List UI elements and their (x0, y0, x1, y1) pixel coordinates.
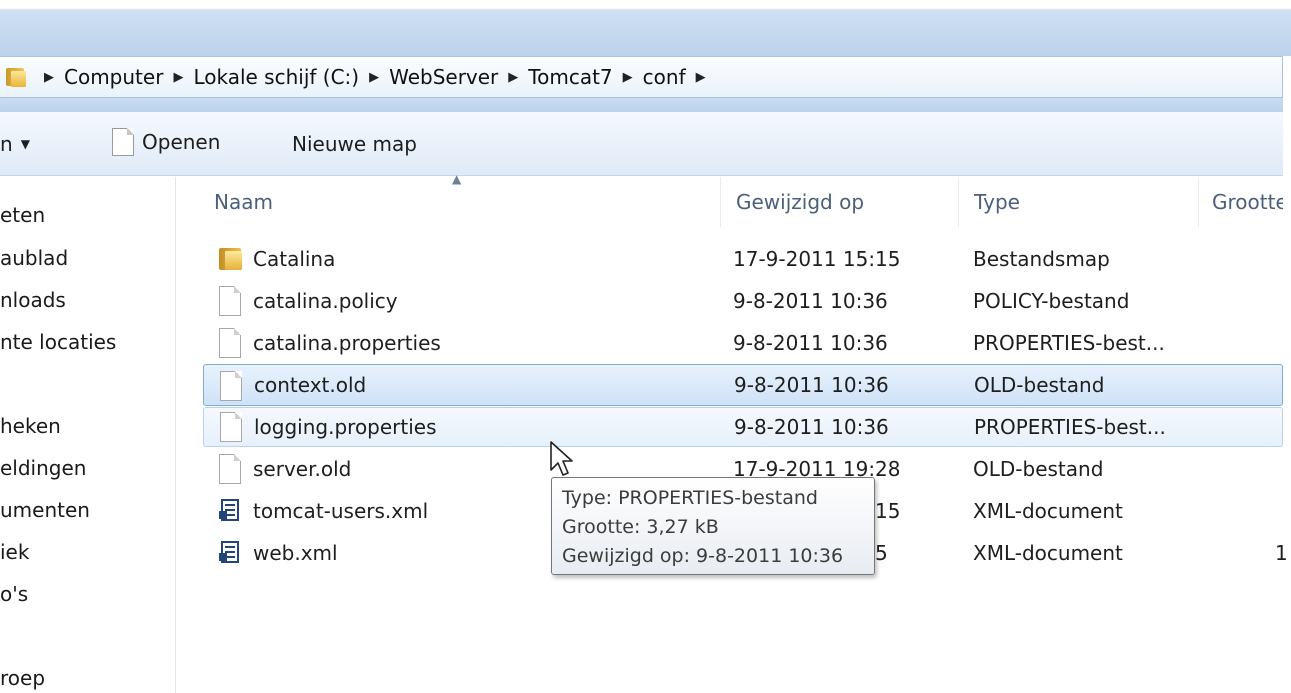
file-type: XML-document (973, 541, 1123, 565)
command-toolbar: n ▼ Openen Nieuwe map (0, 112, 1283, 176)
breadcrumb-local-disk[interactable]: Lokale schijf (C:) (193, 65, 359, 89)
chevron-right-icon[interactable]: ▶ (44, 70, 54, 85)
file-name: web.xml (253, 541, 338, 565)
file-name: catalina.policy (253, 289, 398, 313)
nav-item-pictures[interactable]: eldingen (0, 456, 170, 480)
tooltip-modified: Gewijzigd op: 9-8-2011 10:36 (562, 545, 844, 567)
file-row-selected[interactable]: context.old 9-8-2011 10:36 OLD-bestand (203, 364, 1283, 406)
nav-item-homegroup[interactable]: roep (0, 666, 170, 690)
breadcrumb-computer[interactable]: Computer (64, 65, 163, 89)
file-modified: 9-8-2011 10:36 (733, 331, 888, 355)
folder-icon (219, 244, 243, 270)
xml-document-icon (219, 496, 241, 521)
file-icon (220, 371, 242, 401)
xml-document-icon (219, 538, 241, 563)
file-row-hover[interactable]: logging.properties 9-8-2011 10:36 PROPER… (203, 407, 1283, 447)
nav-item-libraries[interactable]: heken (0, 414, 170, 438)
tooltip-size: Grootte: 3,27 kB (562, 516, 719, 538)
file-name: catalina.properties (253, 331, 441, 355)
column-header-type[interactable]: Type (974, 190, 1020, 242)
file-name: Catalina (253, 247, 336, 271)
file-icon (219, 454, 241, 484)
new-folder-button[interactable]: Nieuwe map (292, 132, 417, 156)
file-modified: 9-8-2011 10:36 (734, 415, 889, 439)
organize-label: n (0, 132, 13, 156)
sort-ascending-icon: ▲ (452, 172, 462, 186)
file-size: 1 (1275, 541, 1288, 565)
chevron-right-icon[interactable]: ▶ (508, 70, 518, 85)
chevron-down-icon: ▼ (20, 137, 30, 151)
breadcrumb-tomcat7[interactable]: Tomcat7 (528, 65, 612, 89)
window-titlebar (0, 0, 1291, 56)
breadcrumb: ▶ Computer ▶ Lokale schijf (C:) ▶ WebSer… (34, 65, 716, 89)
file-type: Bestandsmap (973, 247, 1110, 271)
open-button[interactable]: Openen (112, 128, 220, 156)
file-type: OLD-bestand (974, 373, 1105, 397)
file-type: PROPERTIES-best... (974, 415, 1166, 439)
file-icon (220, 412, 242, 442)
file-modified: 9-8-2011 10:36 (733, 289, 888, 313)
navigation-pane: eten aublad nloads nte locaties heken el… (0, 177, 176, 693)
mouse-cursor-icon (550, 441, 573, 476)
file-info-tooltip: Type: PROPERTIES-bestand Grootte: 3,27 k… (551, 477, 875, 575)
file-row[interactable]: catalina.properties 9-8-2011 10:36 PROPE… (203, 324, 1283, 362)
chevron-right-icon[interactable]: ▶ (173, 70, 183, 85)
file-name: server.old (253, 457, 352, 481)
column-divider[interactable] (958, 177, 959, 227)
file-name: logging.properties (254, 415, 437, 439)
column-header-name[interactable]: Naam (214, 190, 273, 242)
tooltip-type: Type: PROPERTIES-bestand (562, 487, 818, 509)
nav-item-downloads[interactable]: nloads (0, 288, 170, 312)
address-bar[interactable]: ▶ Computer ▶ Lokale schijf (C:) ▶ WebSer… (0, 56, 1283, 98)
file-modified: 5 (875, 541, 888, 565)
file-type: XML-document (973, 499, 1123, 523)
column-divider[interactable] (1198, 177, 1199, 227)
file-name: tomcat-users.xml (253, 499, 429, 523)
file-modified: 9-8-2011 10:36 (734, 373, 889, 397)
file-type: PROPERTIES-best... (973, 331, 1165, 355)
file-modified: 15 (875, 499, 901, 523)
file-type: OLD-bestand (973, 457, 1104, 481)
chevron-right-icon[interactable]: ▶ (369, 70, 379, 85)
chevron-right-icon[interactable]: ▶ (623, 70, 633, 85)
nav-item-documents[interactable]: umenten (0, 498, 170, 522)
file-name: context.old (254, 373, 367, 397)
column-header-modified[interactable]: Gewijzigd op (736, 190, 864, 242)
nav-item-music[interactable]: iek (0, 540, 170, 564)
nav-item-favorites[interactable]: eten (0, 203, 170, 227)
file-icon (219, 286, 241, 316)
nav-item-recent-places[interactable]: nte locaties (0, 330, 170, 354)
address-bar-divider (0, 98, 1283, 112)
open-label: Openen (142, 130, 221, 154)
chevron-right-icon[interactable]: ▶ (696, 70, 706, 85)
document-icon (112, 128, 134, 156)
nav-item-desktop[interactable]: aublad (0, 246, 170, 270)
folder-icon (4, 66, 28, 88)
nav-item-videos[interactable]: o's (0, 582, 170, 606)
file-row[interactable]: catalina.policy 9-8-2011 10:36 POLICY-be… (203, 282, 1283, 320)
organize-button[interactable]: n ▼ (0, 132, 30, 156)
breadcrumb-webserver[interactable]: WebServer (389, 65, 498, 89)
file-type: POLICY-bestand (973, 289, 1130, 313)
file-modified: 17-9-2011 15:15 (733, 247, 901, 271)
breadcrumb-conf[interactable]: conf (643, 65, 686, 89)
file-icon (219, 328, 241, 358)
column-divider[interactable] (720, 177, 721, 227)
file-row[interactable]: Catalina 17-9-2011 15:15 Bestandsmap (203, 240, 1283, 278)
column-header-size[interactable]: Grootte (1212, 190, 1283, 242)
